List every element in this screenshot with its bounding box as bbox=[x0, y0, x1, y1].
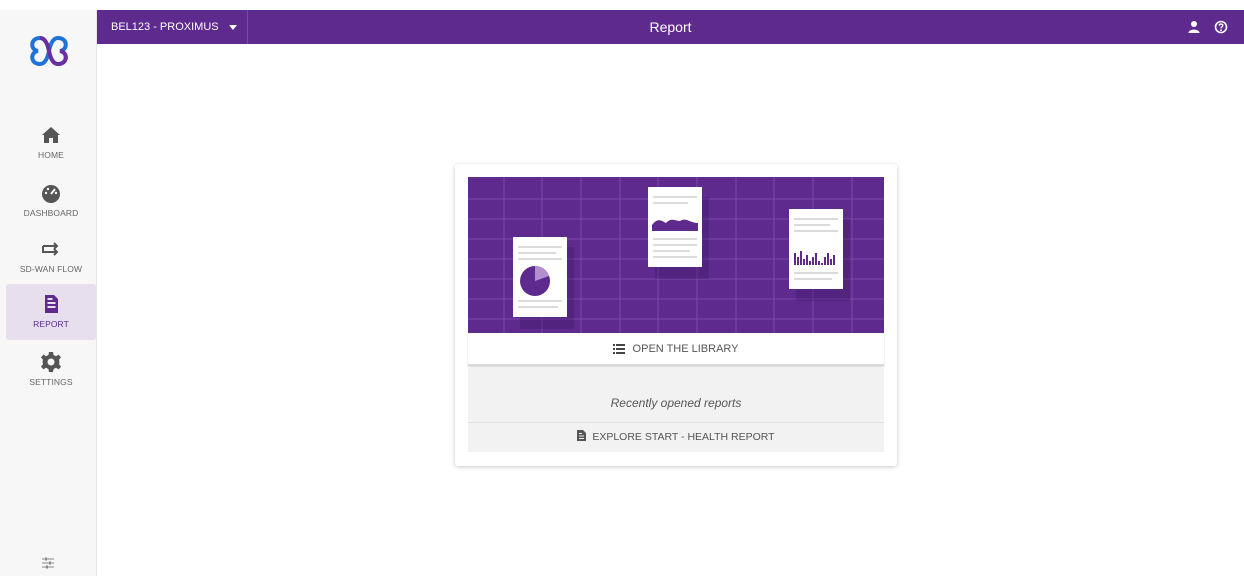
sidebar: HOME DASHBOARD SD-WAN FLOW REPORT SETTIN… bbox=[0, 10, 97, 576]
help-icon[interactable] bbox=[1214, 20, 1228, 34]
recent-report-label: EXPLORE START - HEALTH REPORT bbox=[592, 431, 775, 443]
gauge-icon bbox=[42, 185, 60, 203]
home-icon bbox=[42, 127, 60, 143]
app: HOME DASHBOARD SD-WAN FLOW REPORT SETTIN… bbox=[0, 0, 1244, 576]
sliders-icon[interactable] bbox=[40, 556, 56, 570]
sidebar-item-settings[interactable]: SETTINGS bbox=[6, 342, 96, 398]
sidebar-item-report[interactable]: REPORT bbox=[6, 284, 96, 340]
open-library-label: OPEN THE LIBRARY bbox=[632, 343, 739, 355]
flow-arrows-icon bbox=[42, 242, 59, 256]
sidebar-item-dashboard[interactable]: DASHBOARD bbox=[6, 173, 96, 229]
recent-reports-title: Recently opened reports bbox=[610, 396, 742, 410]
sidebar-item-label: DASHBOARD bbox=[23, 208, 79, 218]
reports-illustration bbox=[468, 177, 884, 333]
recent-reports-panel: Recently opened reports EXPLORE START - … bbox=[468, 368, 884, 452]
app-logo-icon[interactable] bbox=[28, 32, 70, 70]
sidebar-item-label: HOME bbox=[38, 150, 64, 160]
recent-report-item[interactable]: EXPLORE START - HEALTH REPORT bbox=[468, 423, 884, 452]
sidebar-item-label: REPORT bbox=[33, 319, 69, 329]
report-file-icon bbox=[577, 430, 587, 441]
report-card: OPEN THE LIBRARY Recently opened reports… bbox=[455, 164, 897, 466]
sidebar-item-sd-wan-flow[interactable]: SD-WAN FLOW bbox=[6, 229, 96, 285]
page-title: Report bbox=[649, 19, 692, 35]
list-icon bbox=[613, 344, 626, 354]
tenant-selector[interactable]: BEL123 - PROXIMUS bbox=[97, 10, 248, 44]
sidebar-item-label: SETTINGS bbox=[29, 377, 73, 387]
report-icon bbox=[45, 295, 58, 313]
sidebar-item-home[interactable]: HOME bbox=[6, 115, 96, 171]
gear-icon bbox=[41, 352, 61, 372]
user-icon[interactable] bbox=[1187, 20, 1201, 34]
open-library-button[interactable]: OPEN THE LIBRARY bbox=[468, 333, 884, 366]
caret-down-icon bbox=[229, 25, 237, 30]
tenant-label: BEL123 - PROXIMUS bbox=[111, 21, 219, 33]
top-bar: Report BEL123 - PROXIMUS bbox=[97, 10, 1244, 44]
sidebar-item-label: SD-WAN FLOW bbox=[19, 264, 83, 274]
